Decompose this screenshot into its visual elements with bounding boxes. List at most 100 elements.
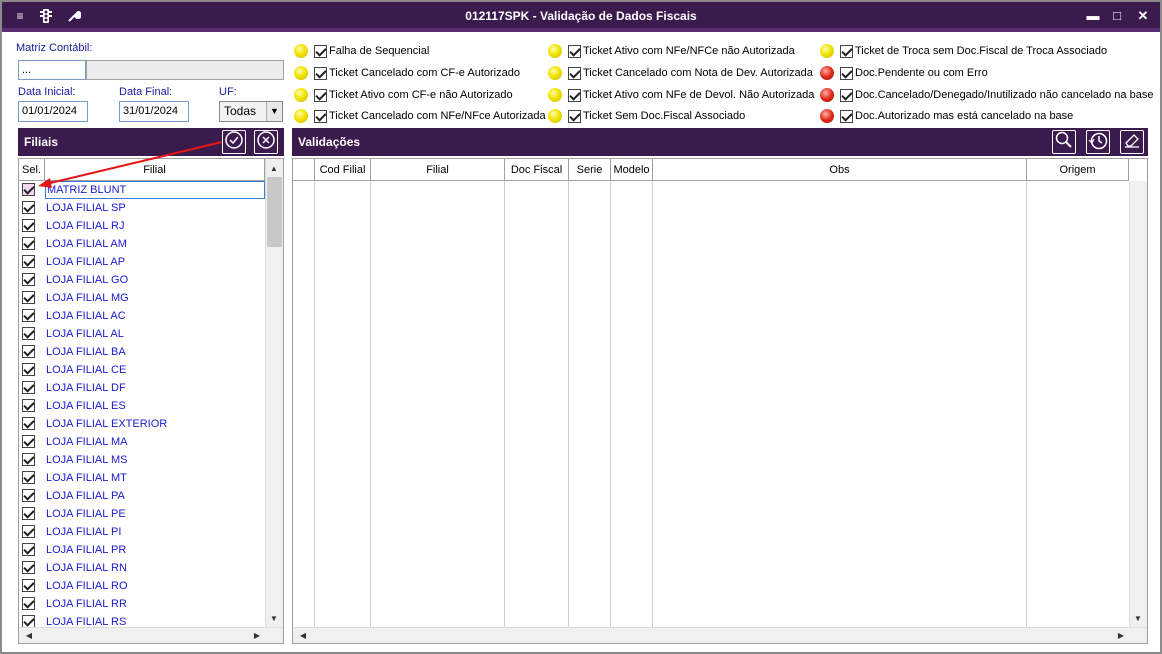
table-row[interactable]: LOJA FILIAL RN bbox=[19, 559, 259, 577]
row-select-checkbox[interactable] bbox=[22, 597, 35, 610]
row-select-checkbox[interactable] bbox=[22, 489, 35, 502]
row-select-checkbox[interactable] bbox=[22, 201, 35, 214]
validacoes-title: Validações bbox=[298, 135, 361, 149]
data-inicial-field[interactable]: 01/01/2024 bbox=[18, 101, 88, 122]
close-button[interactable]: ✕ bbox=[1134, 8, 1152, 24]
legend-checkbox[interactable] bbox=[840, 88, 853, 102]
row-select-checkbox[interactable] bbox=[22, 525, 35, 538]
col-header-modelo[interactable]: Modelo bbox=[611, 159, 653, 181]
table-row[interactable]: LOJA FILIAL PA bbox=[19, 487, 259, 505]
scroll-left-icon[interactable]: ◀ bbox=[295, 628, 311, 643]
table-row[interactable]: LOJA FILIAL CE bbox=[19, 361, 259, 379]
table-row[interactable]: LOJA FILIAL PR bbox=[19, 541, 259, 559]
table-row[interactable]: LOJA FILIAL DF bbox=[19, 379, 259, 397]
eraser-icon bbox=[1125, 134, 1139, 148]
filiais-vertical-scrollbar[interactable]: ▲ ▼ bbox=[265, 159, 283, 627]
filial-name: LOJA FILIAL MG bbox=[46, 292, 129, 304]
row-select-checkbox[interactable] bbox=[22, 435, 35, 448]
row-select-checkbox[interactable] bbox=[22, 543, 35, 556]
scroll-down-icon[interactable]: ▼ bbox=[1130, 611, 1146, 627]
row-select-checkbox[interactable] bbox=[22, 453, 35, 466]
uf-select-value: Todas bbox=[224, 104, 257, 118]
uf-select[interactable]: Todas ▼ bbox=[219, 101, 283, 122]
table-row[interactable]: LOJA FILIAL ES bbox=[19, 397, 259, 415]
row-select-checkbox[interactable] bbox=[22, 561, 35, 574]
table-row[interactable]: LOJA FILIAL PI bbox=[19, 523, 259, 541]
col-header-origem[interactable]: Origem bbox=[1027, 159, 1129, 181]
history-button[interactable] bbox=[1086, 130, 1110, 154]
col-header-cod-filial[interactable]: Cod Filial bbox=[315, 159, 371, 181]
chevron-down-icon[interactable]: ▼ bbox=[266, 102, 282, 121]
legend-checkbox[interactable] bbox=[568, 88, 581, 102]
col-header-filial[interactable]: Filial bbox=[371, 159, 505, 181]
scroll-right-icon[interactable]: ▶ bbox=[249, 628, 265, 643]
row-select-checkbox[interactable] bbox=[22, 255, 35, 268]
matriz-code-field[interactable]: ... bbox=[18, 60, 86, 80]
table-row[interactable]: LOJA FILIAL AL bbox=[19, 325, 259, 343]
row-select-checkbox[interactable] bbox=[22, 327, 35, 340]
legend-item: Falha de Sequencial bbox=[294, 43, 429, 59]
table-row[interactable]: LOJA FILIAL MT bbox=[19, 469, 259, 487]
legend-label: Doc.Cancelado/Denegado/Inutilizado não c… bbox=[855, 89, 1154, 101]
table-row[interactable]: LOJA FILIAL RR bbox=[19, 595, 259, 613]
legend-checkbox[interactable] bbox=[314, 109, 327, 123]
row-select-checkbox[interactable] bbox=[22, 363, 35, 376]
legend-checkbox[interactable] bbox=[568, 109, 581, 123]
validacoes-vertical-scrollbar[interactable]: ▼ bbox=[1129, 181, 1147, 627]
legend-checkbox[interactable] bbox=[314, 44, 327, 58]
row-select-checkbox[interactable] bbox=[22, 291, 35, 304]
scroll-right-icon[interactable]: ▶ bbox=[1113, 628, 1129, 643]
row-select-checkbox[interactable] bbox=[22, 345, 35, 358]
col-header-doc-fiscal[interactable]: Doc Fiscal bbox=[505, 159, 569, 181]
search-button[interactable] bbox=[1052, 130, 1076, 154]
table-row[interactable]: LOJA FILIAL EXTERIOR bbox=[19, 415, 259, 433]
clear-button[interactable] bbox=[1120, 130, 1144, 154]
row-select-checkbox[interactable] bbox=[22, 471, 35, 484]
legend-checkbox[interactable] bbox=[840, 66, 853, 80]
filial-name: LOJA FILIAL DF bbox=[46, 382, 126, 394]
row-select-checkbox[interactable] bbox=[22, 417, 35, 430]
validacoes-horizontal-scrollbar[interactable]: ◀ ▶ bbox=[293, 627, 1147, 643]
legend-checkbox[interactable] bbox=[568, 44, 581, 58]
scroll-up-icon[interactable]: ▲ bbox=[266, 161, 282, 177]
maximize-button[interactable]: □ bbox=[1108, 8, 1126, 24]
table-row[interactable]: LOJA FILIAL MA bbox=[19, 433, 259, 451]
table-row[interactable]: LOJA FILIAL MS bbox=[19, 451, 259, 469]
row-select-checkbox[interactable] bbox=[22, 237, 35, 250]
col-header-serie[interactable]: Serie bbox=[569, 159, 611, 181]
table-row[interactable]: LOJA FILIAL RO bbox=[19, 577, 259, 595]
legend-label: Ticket Cancelado com CF-e Autorizado bbox=[329, 67, 520, 79]
legend-checkbox[interactable] bbox=[314, 66, 327, 80]
data-final-field[interactable]: 31/01/2024 bbox=[119, 101, 189, 122]
legend-checkbox[interactable] bbox=[314, 88, 327, 102]
legend-item: Ticket Cancelado com Nota de Dev. Autori… bbox=[548, 65, 813, 81]
row-select-checkbox[interactable] bbox=[22, 381, 35, 394]
legend-checkbox[interactable] bbox=[840, 44, 853, 58]
table-row[interactable]: LOJA FILIAL PE bbox=[19, 505, 259, 523]
deselect-all-button[interactable] bbox=[254, 130, 278, 154]
col-header-obs[interactable]: Obs bbox=[653, 159, 1027, 181]
filial-name: LOJA FILIAL CE bbox=[46, 364, 127, 376]
row-select-checkbox[interactable] bbox=[22, 507, 35, 520]
table-row[interactable]: LOJA FILIAL AP bbox=[19, 253, 259, 271]
table-row[interactable]: LOJA FILIAL BA bbox=[19, 343, 259, 361]
row-select-checkbox[interactable] bbox=[22, 579, 35, 592]
table-row[interactable]: LOJA FILIAL AC bbox=[19, 307, 259, 325]
table-row[interactable]: LOJA FILIAL GO bbox=[19, 271, 259, 289]
legend-checkbox[interactable] bbox=[568, 66, 581, 80]
filiais-horizontal-scrollbar[interactable]: ◀ ▶ bbox=[19, 627, 283, 643]
row-select-checkbox[interactable] bbox=[22, 309, 35, 322]
scroll-down-icon[interactable]: ▼ bbox=[266, 611, 282, 627]
legend-checkbox[interactable] bbox=[840, 109, 853, 123]
table-row[interactable]: LOJA FILIAL MG bbox=[19, 289, 259, 307]
table-row[interactable]: LOJA FILIAL RJ bbox=[19, 217, 259, 235]
filial-name: LOJA FILIAL BA bbox=[46, 346, 126, 358]
row-select-checkbox[interactable] bbox=[22, 273, 35, 286]
row-select-checkbox[interactable] bbox=[22, 399, 35, 412]
scroll-thumb[interactable] bbox=[267, 177, 282, 247]
scroll-left-icon[interactable]: ◀ bbox=[21, 628, 37, 643]
row-select-checkbox[interactable] bbox=[22, 219, 35, 232]
minimize-button[interactable]: ▬ bbox=[1084, 8, 1102, 24]
table-row[interactable]: LOJA FILIAL AM bbox=[19, 235, 259, 253]
table-row[interactable]: LOJA FILIAL SP bbox=[19, 199, 259, 217]
